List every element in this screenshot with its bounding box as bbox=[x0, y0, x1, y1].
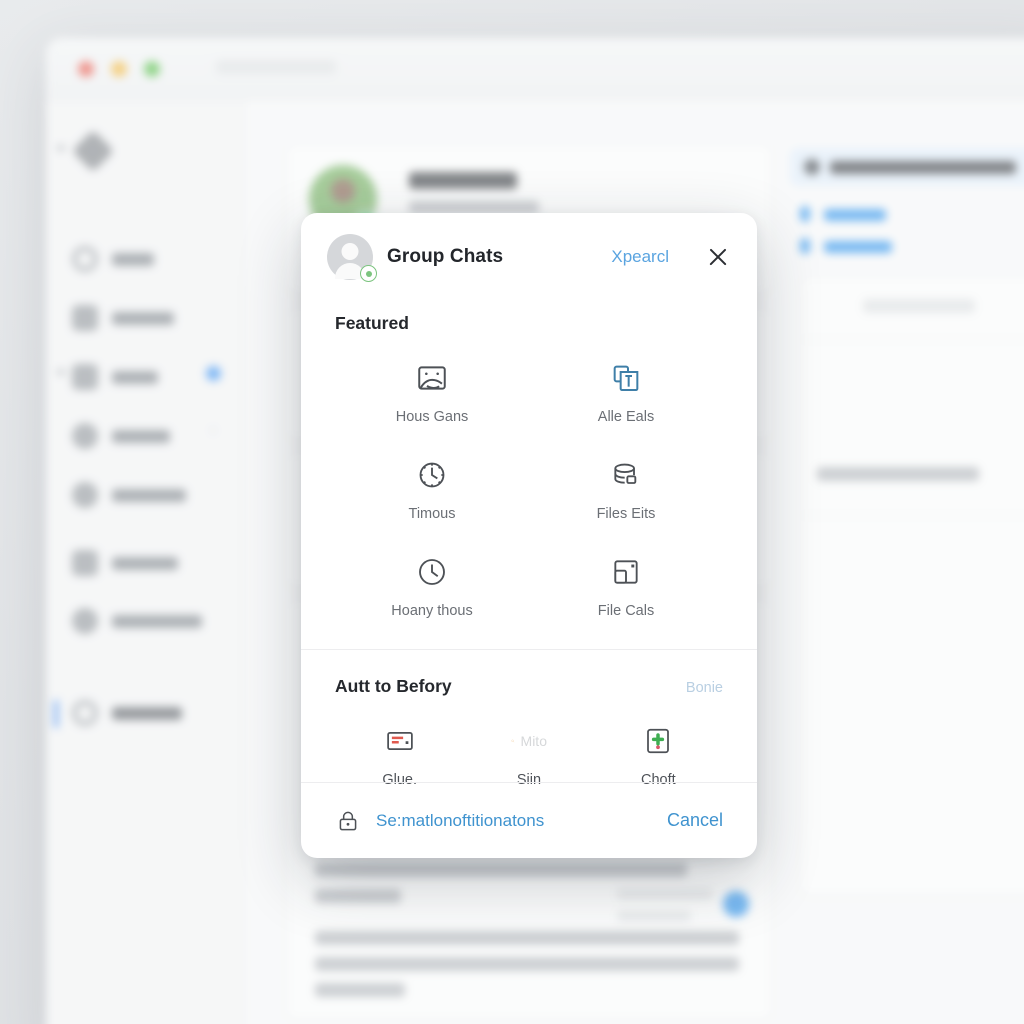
secondary-grid: Glue. Mito Siin Choft bbox=[335, 723, 723, 788]
verified-badge-icon bbox=[360, 265, 377, 282]
image-broken-icon bbox=[414, 360, 450, 396]
screen: › Group Chats Xpearcl Featured Hous Gans… bbox=[0, 0, 1024, 1024]
featured-tile-file-cals[interactable]: File Cals bbox=[529, 554, 723, 619]
card-list-icon bbox=[382, 723, 418, 759]
secondary-action-link[interactable]: Bonie bbox=[686, 680, 723, 696]
featured-tile-alle-eals[interactable]: Alle Eals bbox=[529, 360, 723, 425]
document-copy-icon bbox=[608, 360, 644, 396]
footer-link[interactable]: Se:matlonoftitionatons bbox=[376, 811, 652, 831]
clock-icon bbox=[414, 554, 450, 590]
clock-ticks-icon bbox=[414, 457, 450, 493]
close-icon[interactable] bbox=[705, 244, 731, 270]
secondary-tile-choft[interactable]: Choft bbox=[594, 723, 723, 788]
featured-tile-hous-gans[interactable]: Hous Gans bbox=[335, 360, 529, 425]
dialog-footer: Se:matlonoftitionatons Cancel bbox=[301, 782, 757, 858]
person-placeholder-icon bbox=[327, 234, 377, 282]
featured-tile-label: Timous bbox=[408, 506, 456, 522]
featured-tile-label: Alle Eals bbox=[597, 409, 655, 425]
search-icon: Mito bbox=[511, 723, 547, 759]
secondary-section-header: Autt to Befory Bonie bbox=[335, 676, 723, 697]
database-icon bbox=[608, 457, 644, 493]
featured-tile-timous[interactable]: Timous bbox=[335, 457, 529, 522]
lock-icon bbox=[335, 808, 361, 834]
featured-tile-files-eits[interactable]: Files Eits bbox=[529, 457, 723, 522]
secondary-tile-siin[interactable]: Mito Siin bbox=[464, 723, 593, 788]
secondary-heading: Autt to Befory bbox=[335, 676, 452, 696]
group-chats-dialog: Group Chats Xpearcl Featured Hous Gans A… bbox=[301, 213, 757, 858]
section-divider bbox=[301, 649, 757, 650]
avatar-head bbox=[341, 243, 359, 260]
dialog-title: Group Chats bbox=[387, 246, 504, 267]
dialog-body: Featured Hous Gans Alle Eals Timous File… bbox=[301, 301, 757, 788]
window-split-icon bbox=[608, 554, 644, 590]
featured-tile-label: Files Eits bbox=[596, 506, 656, 522]
secondary-tile-ghost-text: Mito bbox=[520, 733, 547, 749]
featured-section-header: Featured bbox=[335, 313, 723, 334]
header-action-link[interactable]: Xpearcl bbox=[611, 247, 669, 267]
dialog-header: Group Chats Xpearcl bbox=[301, 213, 757, 301]
cancel-button[interactable]: Cancel bbox=[667, 810, 723, 831]
featured-heading: Featured bbox=[335, 313, 409, 333]
add-plus-box-icon bbox=[640, 723, 676, 759]
featured-tile-hoany-thous[interactable]: Hoany thous bbox=[335, 554, 529, 619]
featured-tile-label: Hoany thous bbox=[391, 603, 473, 619]
featured-grid: Hous Gans Alle Eals Timous Files Eits Ho… bbox=[335, 360, 723, 619]
featured-tile-label: Hous Gans bbox=[395, 409, 469, 425]
secondary-tile-glue[interactable]: Glue. bbox=[335, 723, 464, 788]
featured-tile-label: File Cals bbox=[597, 603, 655, 619]
